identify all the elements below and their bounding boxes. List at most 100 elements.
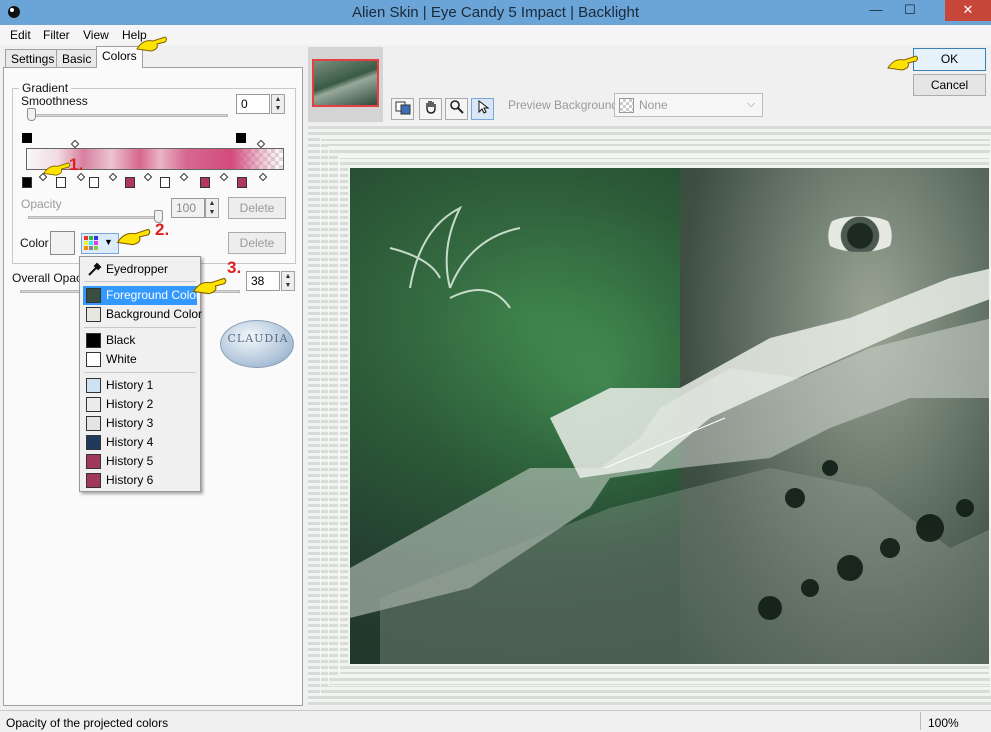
color-swatch <box>86 288 101 303</box>
menu-filter[interactable]: Filter <box>43 28 70 42</box>
ok-button[interactable]: OK <box>913 48 986 71</box>
menu-item-label: History 3 <box>106 416 154 430</box>
pointer-hand-icon <box>116 228 151 246</box>
menu-item-history-4[interactable]: History 4 <box>83 433 197 452</box>
color-swatch <box>86 352 101 367</box>
color-swatch <box>86 333 101 348</box>
close-button[interactable]: ✕ <box>945 0 991 21</box>
pointer-hand-icon <box>43 162 71 176</box>
menu-item-label: White <box>106 352 137 366</box>
step-annotation: 2. <box>155 220 170 239</box>
menu-item-foreground-color[interactable]: Foreground Color <box>83 286 200 305</box>
preview-background-select[interactable]: None ⌵ <box>614 93 763 117</box>
gradient-opacity-stop[interactable] <box>22 133 32 143</box>
menu-item-label: History 5 <box>106 454 154 468</box>
opacity-input[interactable]: 100 <box>171 198 205 218</box>
opacity-spinner[interactable]: ▲ ▼ <box>205 198 219 218</box>
menu-item-background-color[interactable]: Background Color <box>83 305 202 324</box>
tab-basic[interactable]: Basic <box>56 49 98 67</box>
menu-item-label: Background Color <box>106 307 203 321</box>
menu-item-history-2[interactable]: History 2 <box>83 395 197 414</box>
color-label: Color <box>20 236 49 250</box>
menu-item-label: Black <box>106 333 136 347</box>
magnifier-icon <box>449 100 464 114</box>
toggle-preview-button[interactable] <box>391 98 414 120</box>
step-annotation: 1. <box>69 155 84 174</box>
gradient-opacity-stop[interactable] <box>236 133 246 143</box>
gradient-color-stop[interactable] <box>22 177 32 188</box>
hand-tool-button[interactable] <box>419 98 442 120</box>
menu-edit[interactable]: Edit <box>10 28 31 42</box>
status-divider <box>920 712 921 730</box>
tab-settings[interactable]: Settings <box>5 49 61 67</box>
hand-icon <box>425 101 436 114</box>
menu-item-history-3[interactable]: History 3 <box>83 414 197 433</box>
menu-item-eyedropper[interactable]: Eyedropper <box>83 260 197 279</box>
watermark-logo: CLAUDIA <box>220 320 294 368</box>
color-swatch <box>86 416 101 431</box>
select-tool-button[interactable] <box>471 98 494 120</box>
compare-icon <box>395 101 410 115</box>
smoothness-slider-track[interactable] <box>28 114 228 117</box>
minimize-button[interactable]: — <box>862 0 890 21</box>
menu-item-history-1[interactable]: History 1 <box>83 376 197 395</box>
watermark-text: CLAUDIA <box>227 332 289 345</box>
checkerboard-icon <box>619 98 634 113</box>
color-swatch <box>86 378 101 393</box>
smoothness-spinner[interactable]: ▲ ▼ <box>271 94 285 114</box>
opacity-delete-button[interactable]: Delete <box>228 197 286 219</box>
smoothness-slider-thumb[interactable] <box>27 108 36 121</box>
menu-item-label: History 2 <box>106 397 154 411</box>
menu-separator <box>84 281 196 282</box>
gradient-color-stop[interactable] <box>237 177 247 188</box>
opacity-slider-track[interactable] <box>28 216 163 219</box>
menu-item-history-5[interactable]: History 5 <box>83 452 197 471</box>
color-swatch <box>86 307 101 322</box>
overall-opacity-input[interactable]: 38 <box>246 271 280 291</box>
chevron-down-icon: ⌵ <box>747 98 756 110</box>
pointer-hand-icon <box>887 55 918 71</box>
color-swatch <box>86 397 101 412</box>
cancel-button[interactable]: Cancel <box>913 74 986 96</box>
smoothness-label: Smoothness <box>21 94 88 108</box>
pointer-hand-icon <box>192 277 227 295</box>
menu-view[interactable]: View <box>83 28 109 42</box>
menu-item-label: History 1 <box>106 378 154 392</box>
gradient-color-stop[interactable] <box>160 177 170 188</box>
arrow-pointer-icon <box>478 99 489 114</box>
zoom-tool-button[interactable] <box>445 98 468 120</box>
gradient-color-stop[interactable] <box>125 177 135 188</box>
smoothness-input[interactable]: 0 <box>236 94 270 114</box>
pointer-hand-icon <box>136 36 167 52</box>
eyedropper-icon <box>88 262 102 276</box>
chevron-down-icon: ▼ <box>104 237 113 247</box>
maximize-button[interactable]: ☐ <box>896 0 924 21</box>
color-swatch <box>86 454 101 469</box>
step-annotation: 3. <box>227 258 242 277</box>
color-delete-button[interactable]: Delete <box>228 232 286 254</box>
gradient-color-stop[interactable] <box>89 177 99 188</box>
preview-image <box>348 166 991 666</box>
overall-opacity-spinner[interactable]: ▲ ▼ <box>281 271 295 291</box>
preview-background-value: None <box>639 98 668 112</box>
color-swatch <box>86 435 101 450</box>
menu-separator <box>84 372 196 373</box>
menu-item-black[interactable]: Black <box>83 331 197 350</box>
gradient-group-label: Gradient <box>19 81 72 95</box>
menu-item-label: History 4 <box>106 435 154 449</box>
menu-item-history-6[interactable]: History 6 <box>83 471 197 490</box>
menu-item-label: Eyedropper <box>106 262 169 276</box>
color-swatch[interactable] <box>50 231 75 255</box>
preview-canvas[interactable] <box>308 126 991 706</box>
gradient-color-stop[interactable] <box>200 177 210 188</box>
menu-separator <box>84 327 196 328</box>
menu-item-label: History 6 <box>106 473 154 487</box>
preview-background-label: Preview Background: <box>508 98 622 112</box>
status-text: Opacity of the projected colors <box>6 716 169 730</box>
color-swatch <box>86 473 101 488</box>
opacity-label: Opacity <box>21 197 62 211</box>
navigator-thumbnail[interactable] <box>312 59 379 107</box>
menu-item-white[interactable]: White <box>83 350 197 369</box>
window-title: Alien Skin | Eye Candy 5 Impact | Backli… <box>351 4 640 21</box>
palette-icon <box>84 236 98 250</box>
